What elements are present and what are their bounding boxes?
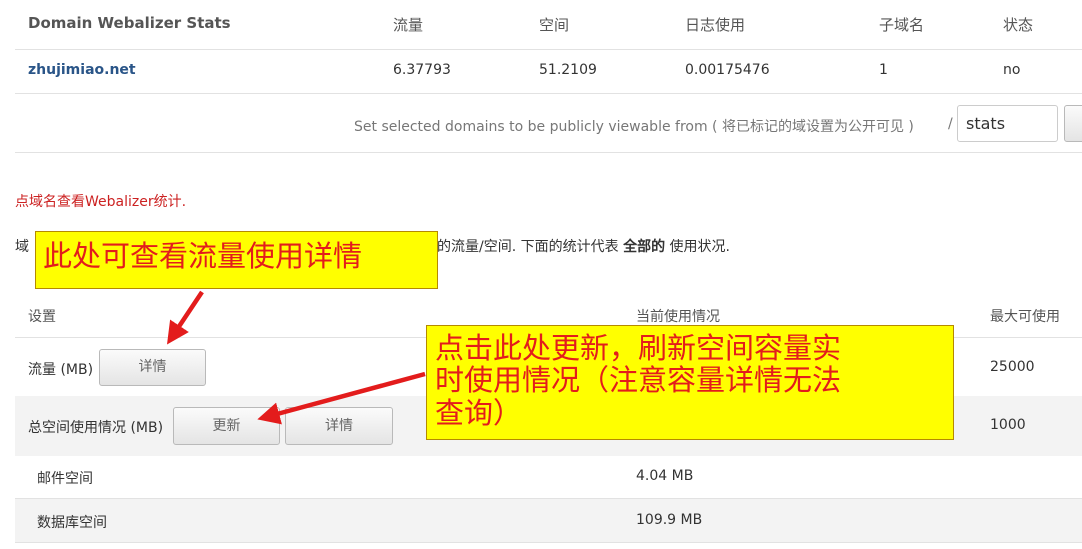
traffic-label: 流量 (MB) [28, 362, 94, 378]
callout-traffic-text: 此处可查看流量使用详情 [43, 239, 363, 273]
summary-middle: 的流量/空间. 下面的统计代表 [437, 239, 619, 255]
divider [15, 49, 1082, 50]
summary-text: 的流量/空间. 下面的统计代表 全部的 使用状况. [437, 236, 730, 256]
apply-button[interactable] [1064, 105, 1082, 142]
callout-update-line: 点击此处更新，刷新空间容量实 [435, 331, 842, 365]
database-space-value: 109.9 MB [636, 512, 703, 528]
space-value: 51.2109 [539, 62, 597, 78]
space-max: 1000 [990, 417, 1026, 433]
header-status: 状态 [1003, 16, 1034, 34]
log-usage-value: 0.00175476 [685, 62, 770, 78]
header-setting: 设置 [28, 309, 56, 325]
header-traffic: 流量 [393, 16, 424, 34]
subdomains-value: 1 [879, 62, 888, 78]
summary-suffix: 使用状况. [669, 239, 730, 255]
hint-text: 点域名查看Webalizer统计. [15, 194, 187, 210]
callout-update-line: 时使用情况（注意容量详情无法 [435, 363, 842, 398]
path-slash: / [948, 116, 953, 132]
callout-update-space: 点击此处更新，刷新空间容量实 时使用情况（注意容量详情无法 查询） [426, 325, 954, 440]
divider [15, 93, 1082, 94]
header-space: 空间 [539, 16, 570, 34]
traffic-value: 6.37793 [393, 62, 451, 78]
header-max-usage: 最大可使用 [990, 309, 1060, 325]
traffic-max: 25000 [990, 359, 1035, 375]
space-update-button[interactable]: 更新 [173, 407, 280, 445]
divider [15, 152, 1082, 153]
header-log-usage: 日志使用 [685, 16, 746, 34]
domain-link[interactable]: zhujimiao.net [28, 62, 136, 78]
arrow-to-details-icon [167, 290, 204, 345]
space-label: 总空间使用情况 (MB) [28, 420, 164, 436]
traffic-details-button[interactable]: 详情 [99, 349, 206, 386]
mail-space-label: 邮件空间 [37, 471, 93, 487]
usage-row-database: 数据库空间 109.9 MB [15, 499, 1082, 542]
public-path-input[interactable] [957, 105, 1058, 142]
status-value: no [1003, 62, 1021, 78]
header-subdomains: 子域名 [879, 16, 925, 34]
callout-traffic-details: 此处可查看流量使用详情 [35, 231, 438, 289]
summary-emphasis: 全部的 [623, 239, 666, 255]
callout-update-line: 查询） [435, 395, 523, 430]
mail-space-value: 4.04 MB [636, 468, 694, 484]
public-view-label: Set selected domains to be publicly view… [354, 119, 914, 135]
header-current-usage: 当前使用情况 [636, 309, 720, 325]
header-domain-webalizer-stats: Domain Webalizer Stats [28, 14, 231, 32]
summary-prefix: 域 [15, 239, 29, 255]
space-details-button[interactable]: 详情 [285, 407, 393, 445]
divider [15, 542, 1082, 543]
database-space-label: 数据库空间 [37, 515, 107, 531]
